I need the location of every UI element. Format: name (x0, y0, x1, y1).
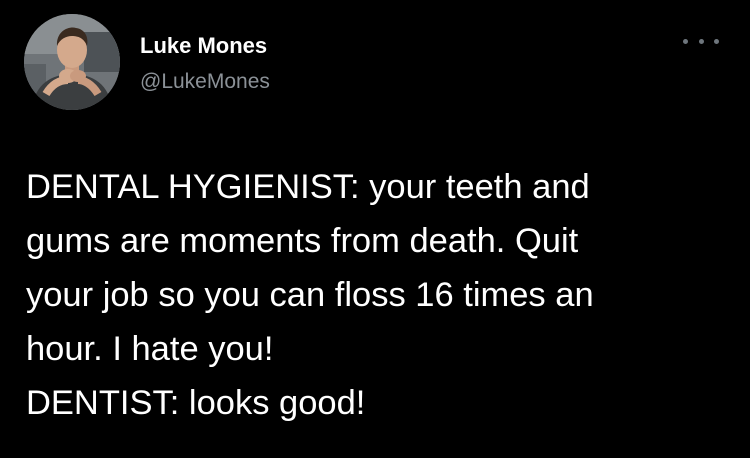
tweet-text: DENTAL HYGIENIST: your teeth and gums ar… (26, 160, 736, 430)
tweet-card: Luke Mones @LukeMones DENTAL HYGIENIST: … (0, 0, 750, 458)
dot-icon (683, 38, 688, 44)
author-name[interactable]: Luke Mones (140, 32, 267, 60)
author-handle[interactable]: @LukeMones (140, 69, 270, 95)
profile-photo-icon (24, 14, 120, 110)
tweet-line: DENTAL HYGIENIST: your teeth and (26, 168, 590, 206)
tweet-line: DENTIST: looks good! (26, 384, 366, 422)
tweet-line: hour. I hate you! (26, 330, 274, 368)
dot-icon (714, 38, 719, 44)
avatar[interactable] (24, 14, 120, 110)
dot-icon (698, 38, 704, 44)
tweet-line: your job so you can floss 16 times an (26, 276, 594, 314)
more-options-icon[interactable] (683, 34, 719, 48)
tweet-line: gums are moments from death. Quit (26, 222, 579, 260)
